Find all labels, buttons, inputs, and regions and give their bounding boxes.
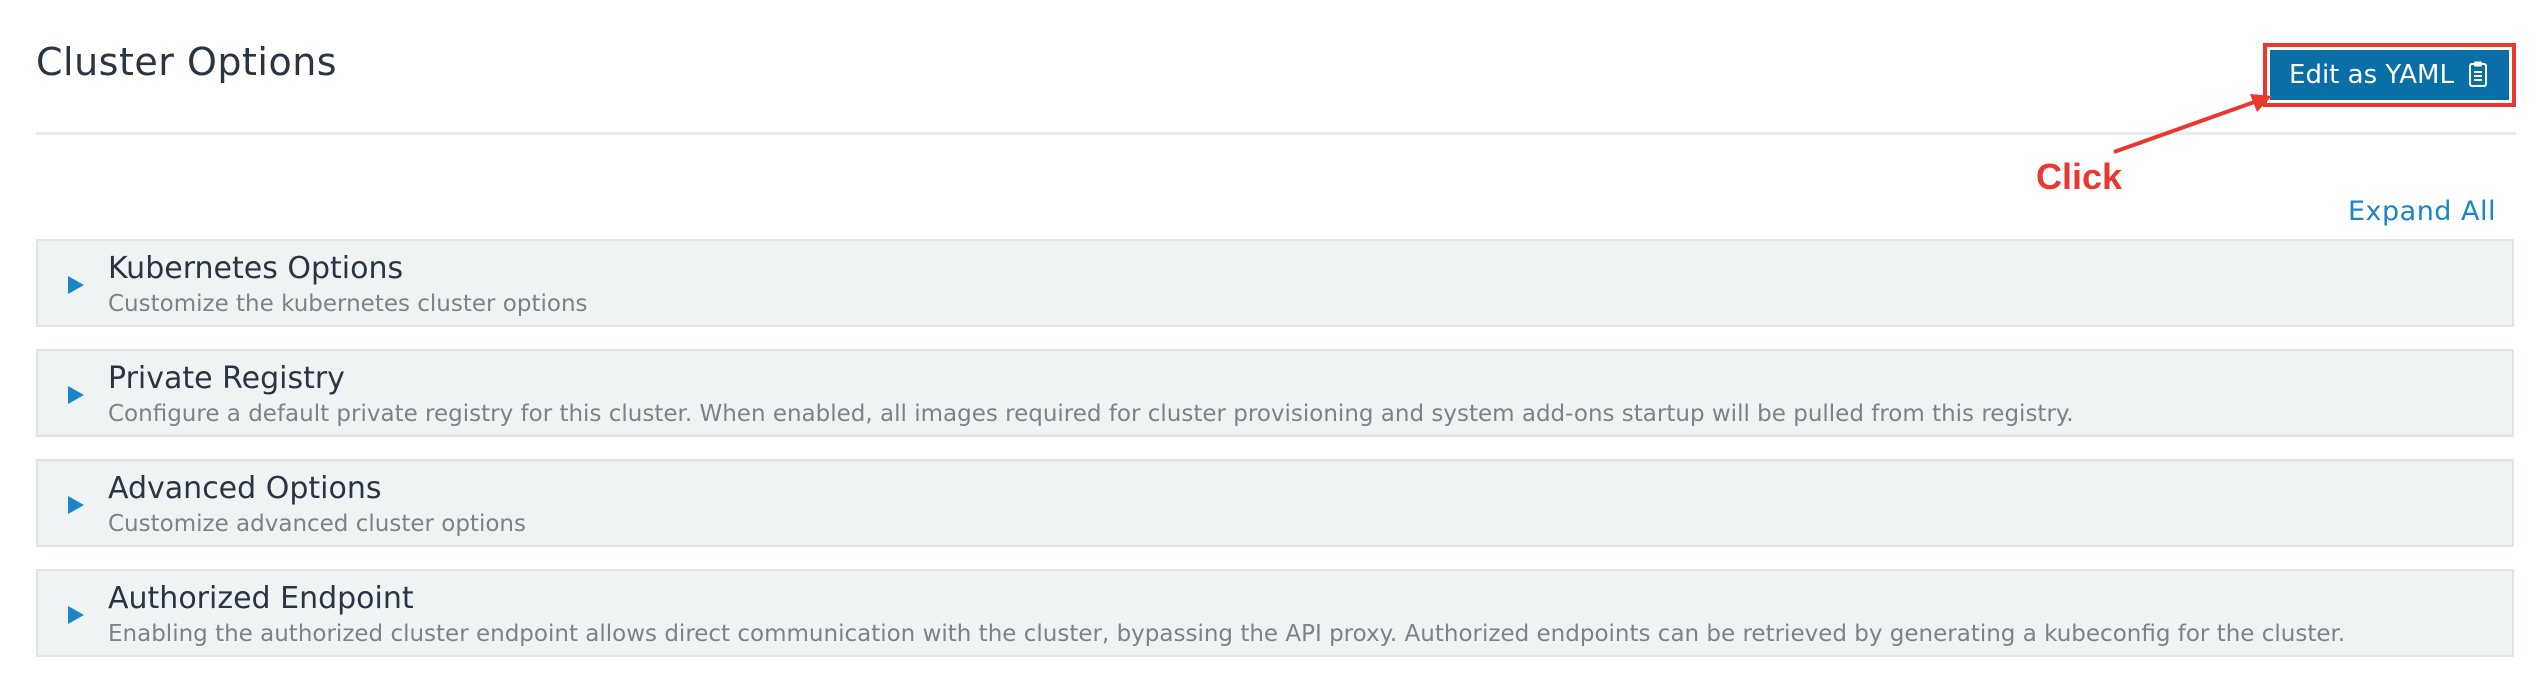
caret-right-icon bbox=[68, 386, 84, 404]
accordion-advanced-options[interactable]: Advanced Options Customize advanced clus… bbox=[36, 459, 2514, 547]
expand-all-link[interactable]: Expand All bbox=[2348, 196, 2496, 227]
accordion-kubernetes-options[interactable]: Kubernetes Options Customize the kuberne… bbox=[36, 239, 2514, 327]
annotation-click-label: Click bbox=[2036, 156, 2123, 197]
caret-right-icon bbox=[68, 276, 84, 294]
accordion-title: Authorized Endpoint bbox=[108, 581, 414, 616]
accordion-description: Configure a default private registry for… bbox=[108, 401, 2074, 427]
accordion-authorized-endpoint[interactable]: Authorized Endpoint Enabling the authori… bbox=[36, 569, 2514, 657]
accordion-description: Customize the kubernetes cluster options bbox=[108, 291, 588, 317]
accordion-title: Advanced Options bbox=[108, 471, 382, 506]
annotation-arrow-icon bbox=[2113, 94, 2272, 154]
accordion-title: Private Registry bbox=[108, 361, 345, 396]
caret-right-icon bbox=[68, 606, 84, 624]
caret-right-icon bbox=[68, 496, 84, 514]
page-title: Cluster Options bbox=[36, 40, 338, 84]
edit-as-yaml-button[interactable]: Edit as YAML bbox=[2270, 50, 2509, 100]
accordion-description: Customize advanced cluster options bbox=[108, 511, 526, 537]
accordion-title: Kubernetes Options bbox=[108, 251, 404, 286]
edit-yaml-highlight-box: Edit as YAML bbox=[2263, 43, 2516, 107]
clipboard-icon bbox=[2466, 60, 2490, 90]
accordion-private-registry[interactable]: Private Registry Configure a default pri… bbox=[36, 349, 2514, 437]
accordion-description: Enabling the authorized cluster endpoint… bbox=[108, 621, 2346, 647]
edit-as-yaml-label: Edit as YAML bbox=[2289, 60, 2454, 90]
